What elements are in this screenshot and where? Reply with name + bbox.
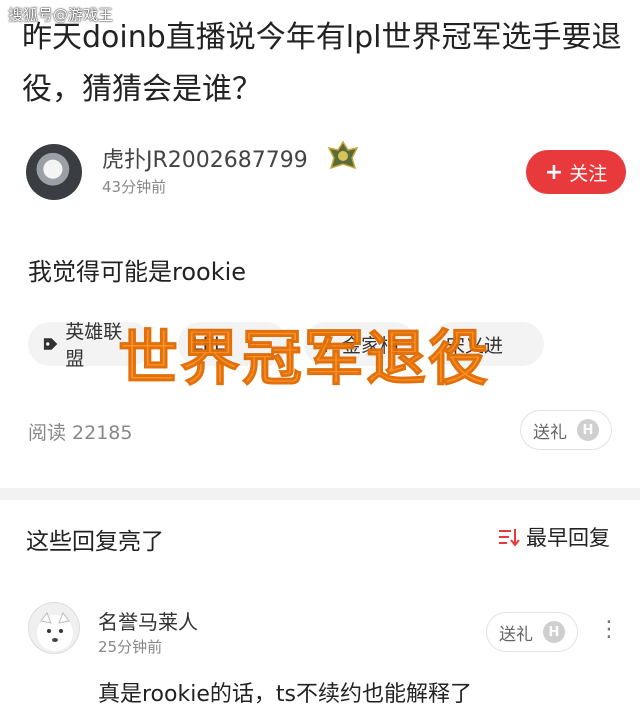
sort-label: 最早回复 [526,526,610,550]
coin-icon: H [543,621,565,643]
gift-label: 送礼 [499,624,533,645]
plus-icon: + [544,159,564,185]
replies-section-title: 这些回复亮了 [26,529,164,555]
badge-icon [327,140,359,170]
sort-button[interactable]: 最早回复 [498,522,610,552]
comment-time: 25分钟前 [98,638,163,656]
more-options-icon[interactable]: ⋮ [598,618,620,642]
post-body: 我觉得可能是rookie [28,258,247,286]
author-avatar[interactable] [26,144,82,200]
coin-icon: H [577,419,599,441]
author-name[interactable]: 虎扑JR2002687799 [102,142,308,174]
comment-text: 真是rookie的话，ts不续约也能解释了 [98,682,472,707]
post-title: 昨天doinb直播说今年有lpl世界冠军选手要退役，猜猜会是谁？ [22,20,622,107]
sort-icon [499,529,520,547]
watermark: 搜狐号@游戏王 [8,6,114,24]
follow-button[interactable]: + 关注 [526,150,626,194]
avatar-image [37,611,73,651]
tag-icon [43,338,58,350]
follow-label: 关注 [569,162,608,185]
overlay-caption: 世界冠军退役 [118,324,490,395]
author-row: 虎扑JR2002687799 43分钟前 + 关注 [26,140,626,202]
gift-button[interactable]: 送礼 H [520,410,612,450]
gift-label: 送礼 [533,422,567,443]
commenter-name[interactable]: 名誉马莱人 [98,606,198,635]
author-time: 43分钟前 [102,178,167,196]
comment-gift-button[interactable]: 送礼 H [486,612,578,652]
section-divider [0,488,640,500]
commenter-avatar[interactable] [28,602,80,654]
read-count: 阅读 22185 [28,422,133,444]
